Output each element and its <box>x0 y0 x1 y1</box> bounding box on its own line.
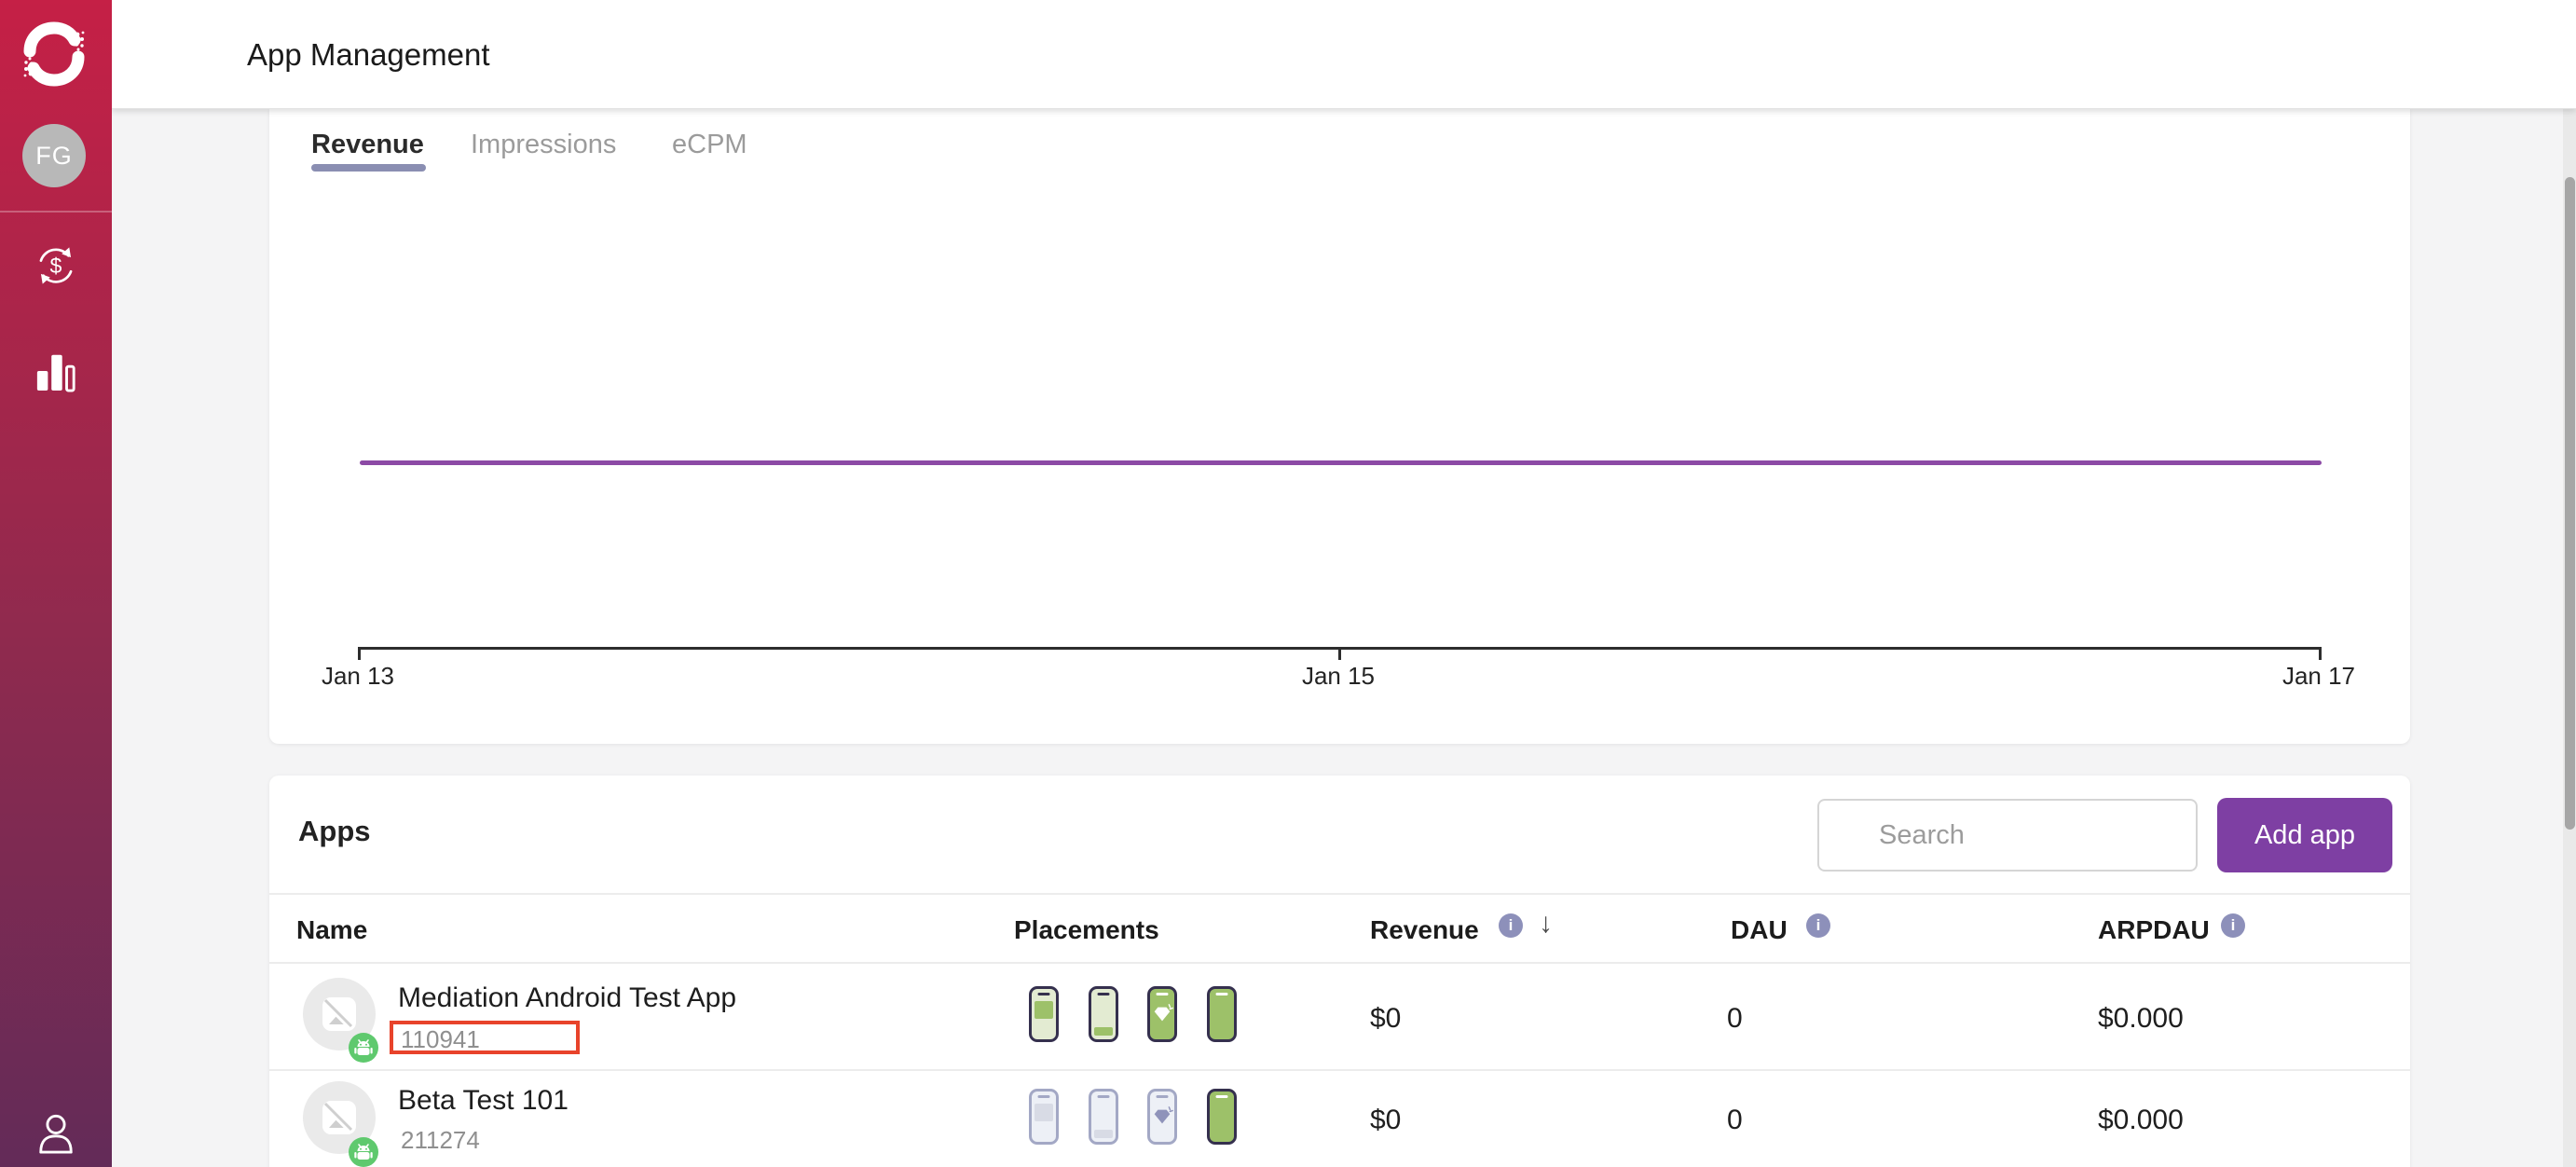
revenue-value: $0 <box>1370 1105 1401 1136</box>
brand-logo[interactable] <box>21 21 88 88</box>
dau-info-icon[interactable]: i <box>1806 913 1830 938</box>
top-header-bar: App Management <box>112 0 2576 109</box>
sidebar-item-profile[interactable] <box>0 1100 112 1167</box>
x-axis-label: Jan 17 <box>2244 662 2393 691</box>
revenue-line-series <box>360 460 2322 465</box>
rewarded-video-placement-icon <box>1147 986 1177 1042</box>
banner-placement-icon <box>1089 1089 1118 1145</box>
sort-descending-icon[interactable]: ↓ <box>1539 908 1553 940</box>
user-avatar[interactable]: FG <box>22 124 86 187</box>
page-title: App Management <box>247 37 490 73</box>
app-management-screen: App Management FG $ <box>0 0 2576 1167</box>
annotation-highlight-box <box>390 1021 580 1054</box>
x-axis-tick <box>358 647 361 660</box>
apps-section-title: Apps <box>298 815 371 848</box>
revenue-info-icon[interactable]: i <box>1499 913 1523 938</box>
revenue-value: $0 <box>1370 1003 1401 1035</box>
column-header-revenue[interactable]: Revenue <box>1370 915 1479 945</box>
performance-chart-card: Revenue Impressions eCPM Jan 13 Jan 15 J… <box>269 109 2410 744</box>
arpdau-value: $0.000 <box>2098 1105 2184 1136</box>
row-divider <box>269 1069 2410 1071</box>
x-axis-tick <box>2319 647 2322 660</box>
placements-cell <box>1029 986 1271 1046</box>
table-header-top-border <box>269 893 2410 895</box>
column-header-name[interactable]: Name <box>296 915 367 945</box>
reports-bar-chart-icon <box>34 348 77 392</box>
search-input[interactable] <box>1817 799 2198 872</box>
brand-logo-icon <box>21 21 88 88</box>
column-header-arpdau[interactable]: ARPDAU <box>2098 915 2210 945</box>
sidebar-item-reports[interactable] <box>0 328 112 412</box>
android-platform-icon <box>349 1033 378 1063</box>
app-id: 211274 <box>401 1126 480 1155</box>
banner-placement-icon <box>1089 986 1118 1042</box>
app-name-link[interactable]: Mediation Android Test App <box>398 982 736 1014</box>
scrollbar-thumb[interactable] <box>2565 177 2575 830</box>
monetization-refresh-icon: $ <box>33 242 79 289</box>
offerwall-placement-icon <box>1207 1089 1237 1145</box>
add-app-button[interactable]: Add app <box>2217 798 2392 872</box>
sidebar-item-monetization[interactable]: $ <box>0 224 112 308</box>
dau-value: 0 <box>1727 1105 1743 1136</box>
x-axis-label: Jan 15 <box>1264 662 1413 691</box>
interstitial-placement-icon <box>1029 986 1059 1042</box>
column-header-dau[interactable]: DAU <box>1731 915 1788 945</box>
sidebar: FG $ <box>0 0 112 1167</box>
rewarded-video-placement-icon <box>1147 1089 1177 1145</box>
svg-text:$: $ <box>50 254 62 278</box>
tab-revenue[interactable]: Revenue <box>311 130 424 160</box>
active-tab-underline <box>311 164 426 172</box>
arpdau-value: $0.000 <box>2098 1003 2184 1035</box>
sidebar-divider <box>0 211 112 213</box>
x-axis-tick <box>1338 647 1341 660</box>
dau-value: 0 <box>1727 1003 1743 1035</box>
apps-table-card: Apps Add app Name Placements Revenue i ↓… <box>269 776 2410 1167</box>
column-header-placements[interactable]: Placements <box>1014 915 1159 945</box>
table-header-bottom-border <box>269 962 2410 964</box>
app-name-link[interactable]: Beta Test 101 <box>398 1085 569 1117</box>
placements-cell <box>1029 1089 1271 1148</box>
arpdau-info-icon[interactable]: i <box>2221 913 2245 938</box>
offerwall-placement-icon <box>1207 986 1237 1042</box>
tab-impressions[interactable]: Impressions <box>471 130 616 160</box>
android-platform-icon <box>349 1137 378 1167</box>
interstitial-placement-icon <box>1029 1089 1059 1145</box>
tab-ecpm[interactable]: eCPM <box>672 130 747 160</box>
x-axis-label: Jan 13 <box>283 662 432 691</box>
user-profile-icon <box>34 1113 77 1154</box>
